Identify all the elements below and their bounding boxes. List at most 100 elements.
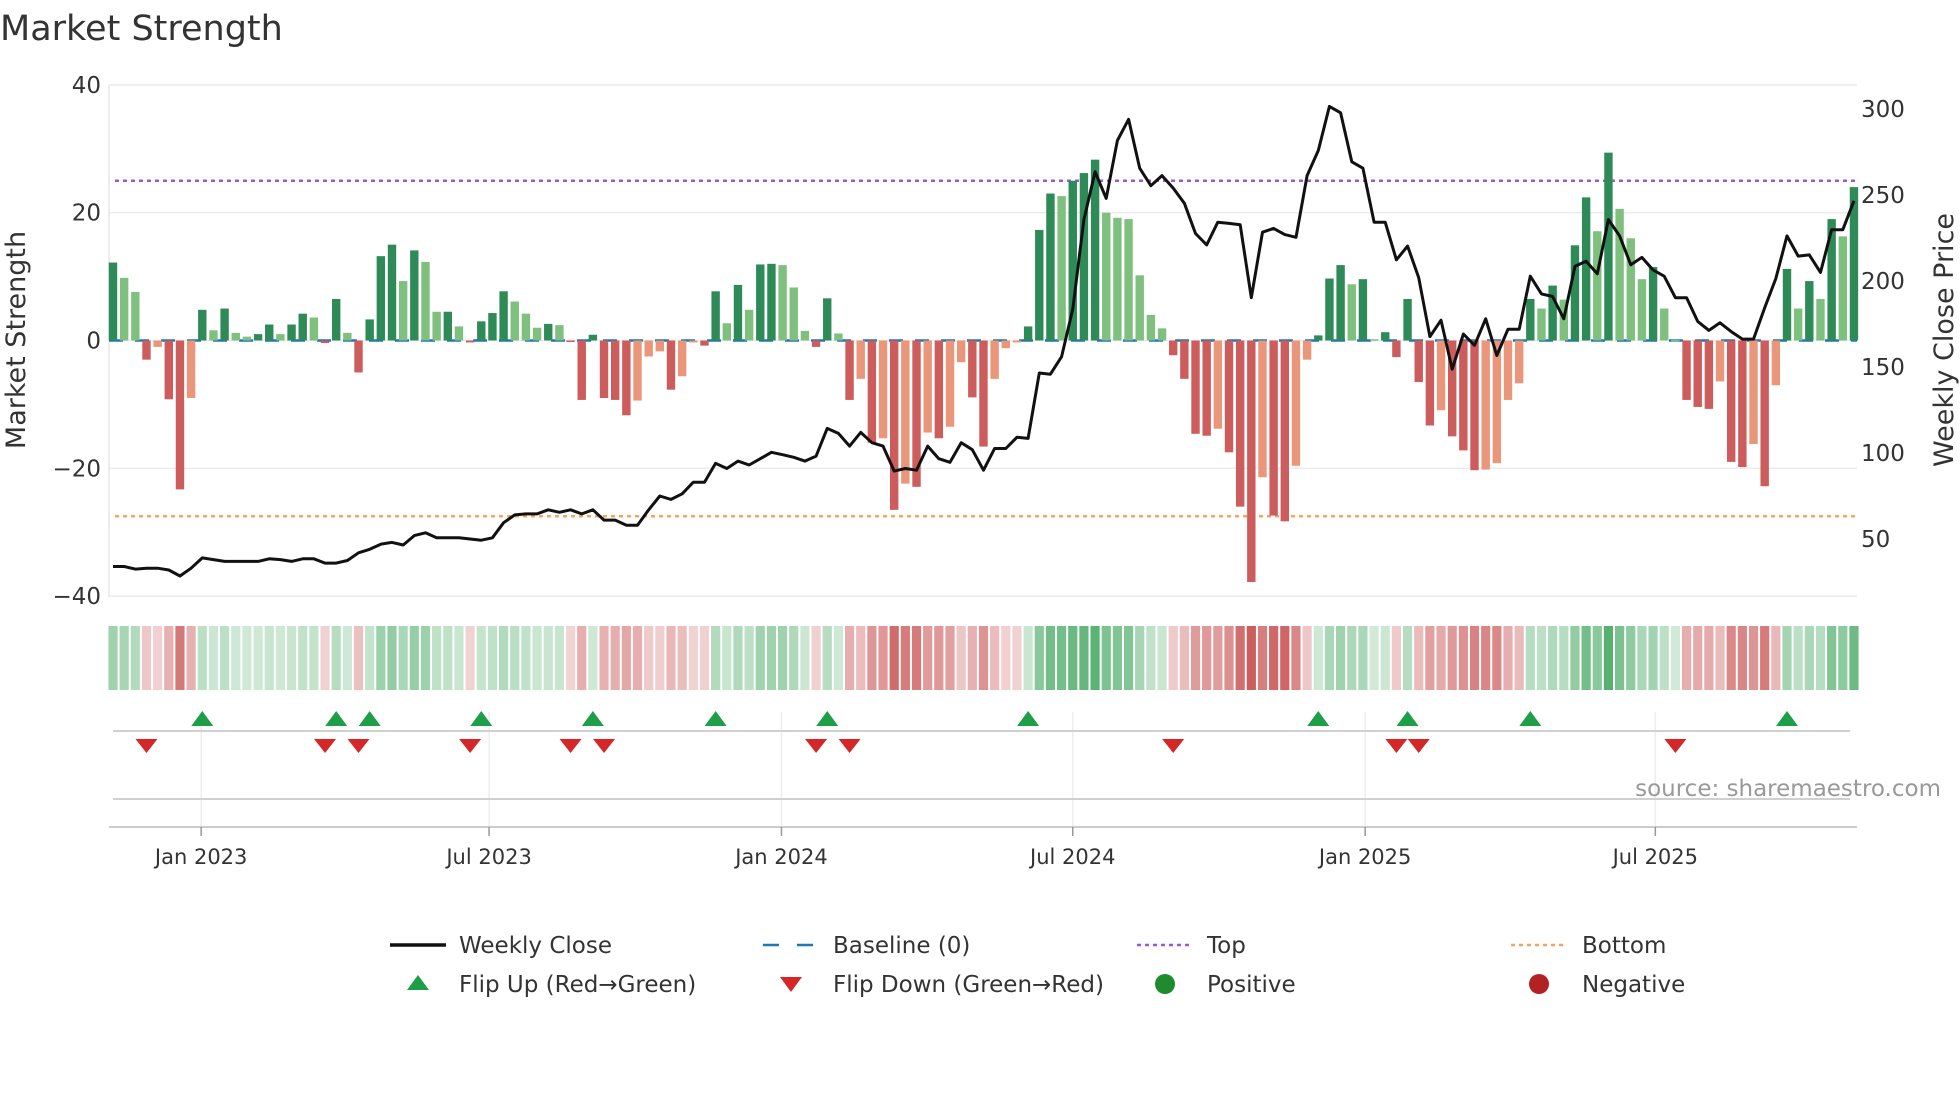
strip-cell bbox=[1380, 626, 1390, 690]
strip-cell bbox=[554, 626, 564, 690]
strength-bar bbox=[1325, 278, 1334, 341]
strength-bar bbox=[1191, 340, 1200, 434]
strength-bar bbox=[1838, 236, 1847, 341]
strip-cell bbox=[1045, 626, 1056, 690]
strength-bar bbox=[1470, 340, 1479, 471]
legend-label: Positive bbox=[1207, 972, 1296, 998]
strength-bar bbox=[878, 340, 888, 439]
strip-cell bbox=[621, 626, 631, 690]
strip-cell bbox=[286, 626, 297, 690]
strip-cell bbox=[1726, 626, 1736, 690]
flip-down-marker bbox=[838, 739, 861, 753]
strength-bar bbox=[1514, 340, 1524, 384]
flip-down-marker bbox=[593, 739, 616, 753]
strip-cell bbox=[833, 626, 843, 690]
strength-bar bbox=[800, 330, 810, 341]
strength-bar bbox=[1113, 217, 1122, 341]
strength-bar bbox=[1537, 308, 1546, 341]
flip-down-marker bbox=[1407, 739, 1430, 753]
strip-cell bbox=[1135, 626, 1145, 690]
strength-bar bbox=[499, 291, 508, 341]
strength-bar bbox=[767, 263, 776, 341]
strip-cell bbox=[1213, 626, 1223, 690]
right-axis-title: Weekly Close Price bbox=[1929, 213, 1960, 467]
strength-bar bbox=[1001, 340, 1010, 349]
strip-cell bbox=[186, 626, 196, 690]
strip-cell bbox=[1369, 626, 1379, 690]
strip-cell bbox=[1659, 626, 1669, 690]
strength-bar bbox=[209, 330, 218, 341]
right-tick-label: 300 bbox=[1861, 97, 1905, 123]
strip-cell bbox=[1257, 626, 1268, 690]
strip-cell bbox=[1336, 626, 1346, 690]
strip-cell bbox=[911, 626, 922, 690]
circle-icon bbox=[1529, 974, 1549, 994]
strength-bar bbox=[443, 311, 452, 341]
flip-up-marker bbox=[358, 711, 381, 726]
strip-cell bbox=[264, 626, 274, 690]
legend-label: Bottom bbox=[1582, 933, 1666, 959]
strength-bar bbox=[142, 340, 151, 360]
strip-cell bbox=[298, 626, 308, 690]
strip-cell bbox=[465, 626, 475, 690]
strip-cell bbox=[432, 626, 442, 690]
strip-cell bbox=[778, 626, 788, 690]
strength-bar bbox=[677, 340, 687, 377]
x-tick-label: Jul 2025 bbox=[1611, 845, 1698, 869]
strength-bar bbox=[945, 340, 955, 427]
x-tick-label: Jan 2025 bbox=[1317, 845, 1412, 869]
strength-bar bbox=[220, 308, 229, 341]
strip-cell bbox=[900, 626, 910, 690]
strength-bar bbox=[432, 311, 441, 341]
strength-bar bbox=[1704, 340, 1714, 409]
strip-cell bbox=[1202, 626, 1212, 690]
strip-cell bbox=[1681, 626, 1692, 690]
strength-bar bbox=[287, 324, 296, 341]
strip-cell bbox=[1079, 626, 1089, 690]
strength-bar bbox=[1202, 340, 1211, 436]
right-tick-label: 50 bbox=[1861, 527, 1890, 553]
strength-bar bbox=[1369, 339, 1379, 341]
left-tick-label: 20 bbox=[72, 201, 101, 227]
strip-cell bbox=[1492, 626, 1502, 690]
strip-cell bbox=[1012, 626, 1022, 690]
legend-item-weekly-close: Weekly Close bbox=[390, 933, 612, 959]
strip-cell bbox=[956, 626, 966, 690]
strength-bar bbox=[265, 324, 274, 341]
strip-cell bbox=[811, 626, 821, 690]
strip-cell bbox=[822, 626, 832, 690]
strength-bar bbox=[722, 323, 731, 341]
strip-cell bbox=[1525, 626, 1535, 690]
left-tick-label: −20 bbox=[52, 456, 101, 482]
strength-bar bbox=[1548, 285, 1557, 341]
strength-bar bbox=[1258, 340, 1267, 478]
strength-bar bbox=[566, 340, 575, 342]
strength-bar bbox=[1157, 328, 1167, 341]
strip-cell bbox=[1615, 626, 1625, 690]
strength-bar bbox=[421, 261, 430, 341]
strength-bar bbox=[1169, 340, 1178, 356]
strength-bar bbox=[186, 340, 196, 399]
strength-bar bbox=[398, 281, 408, 341]
strength-bar bbox=[1079, 173, 1089, 341]
strength-bar bbox=[1381, 332, 1390, 341]
strength-bar bbox=[1749, 340, 1758, 445]
strip-cell bbox=[632, 626, 643, 690]
strip-cell bbox=[1469, 626, 1480, 690]
strip-cell bbox=[119, 626, 129, 690]
flip-down-marker bbox=[1664, 739, 1687, 753]
right-tick-label: 200 bbox=[1861, 269, 1905, 295]
strip-cell bbox=[1481, 626, 1491, 690]
strip-cell bbox=[141, 626, 152, 690]
strip-cell bbox=[800, 626, 810, 690]
strength-bar bbox=[733, 284, 743, 341]
strip-cell bbox=[1737, 626, 1747, 690]
strip-cell bbox=[387, 626, 397, 690]
strip-cell bbox=[532, 626, 542, 690]
strength-bar bbox=[376, 256, 386, 341]
strength-bar bbox=[1492, 340, 1502, 464]
strip-cell bbox=[1514, 626, 1524, 690]
strength-bar bbox=[521, 313, 531, 341]
strength-bar bbox=[1793, 308, 1803, 341]
strip-cell bbox=[253, 626, 263, 690]
